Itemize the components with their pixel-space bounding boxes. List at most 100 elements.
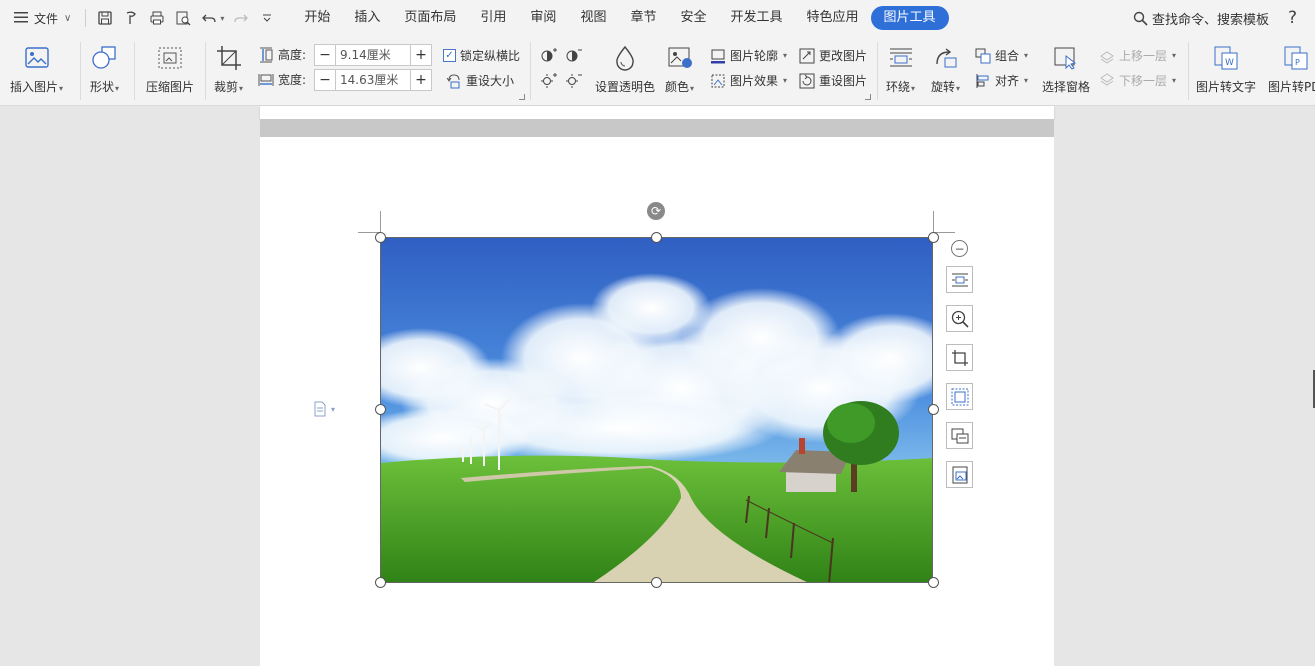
chevron-down-icon: ▾: [331, 404, 336, 414]
compress-picture-side-button[interactable]: [946, 383, 973, 410]
print-preview-icon[interactable]: [174, 9, 192, 27]
shape-button[interactable]: 形状▾: [90, 44, 119, 95]
size-dialog-launcher-icon[interactable]: [519, 94, 525, 100]
redo-icon[interactable]: [232, 9, 250, 27]
increase-brightness-button[interactable]: [540, 72, 558, 88]
dropdown-caret-icon: ▾: [1024, 51, 1029, 60]
tab-security[interactable]: 安全: [668, 6, 718, 30]
insert-picture-button[interactable]: 插入图片▾: [10, 44, 63, 95]
tab-view[interactable]: 视图: [568, 6, 618, 30]
dropdown-caret-icon: ▾: [59, 84, 64, 93]
undo-icon[interactable]: [200, 9, 218, 27]
checkbox-checked-icon: ✓: [443, 49, 456, 62]
picture-effect-label: 图片效果: [730, 74, 779, 88]
lock-aspect-ratio-checkbox[interactable]: ✓ 锁定纵横比: [443, 47, 520, 64]
selection-pane-button[interactable]: 选择窗格: [1042, 44, 1090, 95]
picture-to-pdf-button[interactable]: P 图片转PDF: [1268, 44, 1315, 95]
group-button[interactable]: 组合 ▾: [975, 47, 1028, 64]
width-input[interactable]: 14.63厘米: [335, 70, 411, 90]
dropdown-caret-icon: ▾: [1172, 51, 1177, 60]
selected-picture[interactable]: [380, 237, 933, 583]
height-input[interactable]: 9.14厘米: [335, 45, 411, 65]
increase-brightness-icon: [541, 73, 557, 88]
reset-picture-button[interactable]: 重设图片: [799, 72, 867, 89]
lock-aspect-ratio-label: 锁定纵横比: [460, 49, 521, 63]
height-decrement-button[interactable]: −: [315, 45, 335, 65]
command-search[interactable]: 查找命令、搜索模板: [1133, 0, 1269, 36]
tab-page-layout[interactable]: 页面布局: [392, 6, 468, 30]
save-icon[interactable]: [96, 9, 114, 27]
tab-insert[interactable]: 插入: [342, 6, 392, 30]
print-icon[interactable]: [148, 9, 166, 27]
crop-icon: [951, 349, 968, 366]
resize-handle-top-right[interactable]: [928, 232, 939, 243]
resize-handle-bottom[interactable]: [651, 577, 662, 588]
width-increment-button[interactable]: +: [411, 70, 431, 90]
help-button[interactable]: ?: [1288, 0, 1297, 36]
undo-dropdown-icon[interactable]: ▾: [220, 14, 224, 23]
tab-picture-tools[interactable]: 图片工具: [870, 6, 949, 30]
layout-options-button[interactable]: [946, 266, 973, 293]
ribbon-toolbar: 插入图片▾ 形状▾ 压缩图片 裁剪▾ 高度: − 9.14厘米 + 宽度: − …: [0, 36, 1315, 106]
bring-forward-button[interactable]: 上移一层 ▾: [1099, 47, 1176, 64]
svg-text:W: W: [1225, 58, 1234, 68]
compress-picture-button[interactable]: 压缩图片: [146, 44, 194, 95]
align-button[interactable]: 对齐 ▾: [975, 72, 1028, 89]
picture-dialog-launcher-icon[interactable]: [865, 94, 871, 100]
tab-special-apps[interactable]: 特色应用: [795, 6, 871, 30]
resize-handle-bottom-right[interactable]: [928, 577, 939, 588]
height-label: 高度:: [278, 48, 307, 62]
tab-review[interactable]: 审阅: [518, 6, 568, 30]
file-menu[interactable]: 文件 ∨: [0, 0, 81, 36]
resize-handle-top[interactable]: [651, 232, 662, 243]
divider: [134, 42, 135, 100]
resize-handle-left[interactable]: [375, 404, 386, 415]
decrease-contrast-button[interactable]: [565, 47, 583, 63]
tab-developer[interactable]: 开发工具: [718, 6, 794, 30]
picture-outline-button[interactable]: 图片轮廓 ▾: [710, 47, 787, 64]
file-menu-label: 文件: [34, 11, 59, 26]
selection-pane-label: 选择窗格: [1042, 80, 1091, 94]
tab-references[interactable]: 引用: [468, 6, 518, 30]
picture-to-text-button[interactable]: W 图片转文字: [1196, 44, 1256, 95]
change-picture-side-button[interactable]: [946, 461, 973, 488]
width-icon: [258, 73, 274, 86]
resize-handle-right[interactable]: [928, 404, 939, 415]
rotate-button[interactable]: 旋转▾: [931, 44, 960, 95]
wrap-label: 环绕: [886, 80, 911, 94]
send-backward-button[interactable]: 下移一层 ▾: [1099, 72, 1176, 89]
wrap-text-button[interactable]: 环绕▾: [886, 44, 915, 95]
picture-effect-button[interactable]: 图片效果 ▾: [710, 72, 787, 89]
tab-home[interactable]: 开始: [292, 6, 342, 30]
height-stepper[interactable]: − 9.14厘米 +: [314, 44, 432, 66]
set-transparent-color-button[interactable]: 设置透明色: [595, 44, 655, 95]
zoom-picture-button[interactable]: [946, 305, 973, 332]
width-stepper[interactable]: − 14.63厘米 +: [314, 69, 432, 91]
reset-size-icon: [446, 73, 460, 88]
paragraph-anchor[interactable]: ▾: [313, 401, 335, 417]
svg-text:P: P: [1295, 58, 1300, 67]
height-increment-button[interactable]: +: [411, 45, 431, 65]
picture-color-icon: [666, 44, 694, 72]
width-decrement-button[interactable]: −: [315, 70, 335, 90]
zoom-in-icon: [951, 310, 969, 328]
collapse-toolbar-button[interactable]: −: [951, 240, 968, 257]
tab-section[interactable]: 章节: [618, 6, 668, 30]
decrease-brightness-button[interactable]: [565, 72, 583, 88]
picture-effect-icon: [711, 74, 725, 87]
hamburger-icon: [14, 11, 28, 26]
picture-to-text-label: 图片转文字: [1196, 80, 1257, 94]
increase-contrast-button[interactable]: [540, 47, 558, 63]
resize-handle-top-left[interactable]: [375, 232, 386, 243]
change-picture-button[interactable]: 更改图片: [799, 47, 867, 64]
format-painter-icon[interactable]: [122, 9, 140, 27]
customize-quick-access-icon[interactable]: [258, 9, 276, 27]
color-button[interactable]: 颜色▾: [665, 44, 694, 95]
picture-to-text-side-button[interactable]: [946, 422, 973, 449]
resize-handle-bottom-left[interactable]: [375, 577, 386, 588]
rotation-handle[interactable]: ⟳: [647, 202, 665, 220]
crop-picture-button[interactable]: [946, 344, 973, 371]
reset-size-button[interactable]: 重设大小: [446, 72, 514, 89]
page-gap: [260, 119, 1054, 137]
crop-button[interactable]: 裁剪▾: [214, 44, 243, 95]
